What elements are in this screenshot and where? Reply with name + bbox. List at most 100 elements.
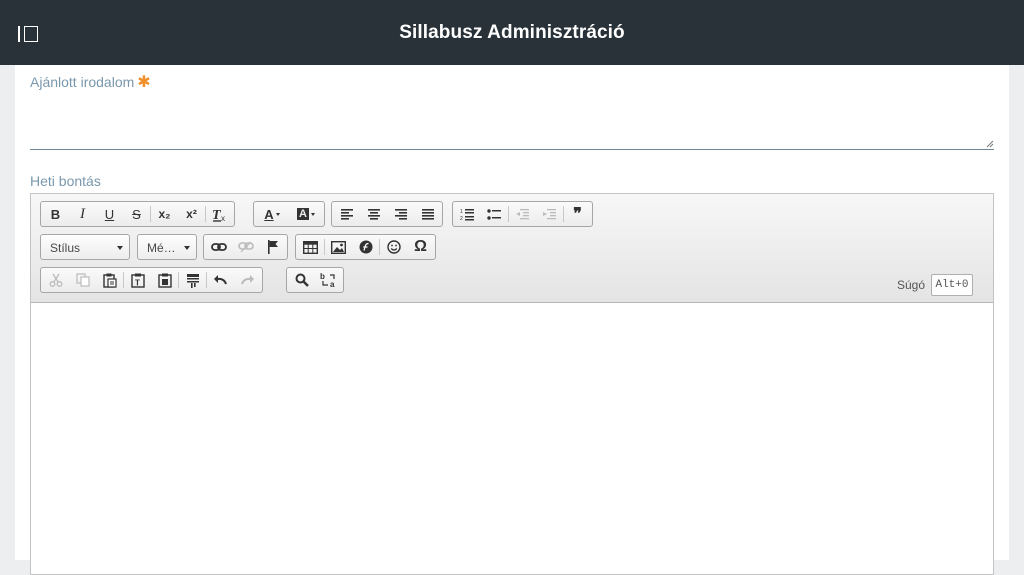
omega-icon: Ω (414, 238, 427, 255)
superscript-button[interactable]: x² (178, 202, 205, 226)
background-color-icon: A (297, 208, 309, 220)
rich-text-editor: B I U S x₂ x² T x A A 1 2 ❞ Stílus Mé… Ω… (30, 193, 994, 575)
literature-label: Ajánlott irodalom ✱ (30, 72, 151, 92)
find-button[interactable] (288, 268, 315, 292)
literature-label-text: Ajánlott irodalom (30, 74, 135, 90)
special-char-button[interactable]: Ω (407, 235, 434, 259)
resize-grip-icon[interactable] (986, 140, 994, 148)
align-left-button[interactable] (333, 202, 360, 226)
color-group: A A (253, 201, 325, 227)
undo-icon (214, 275, 227, 285)
image-icon (331, 240, 346, 254)
link-button[interactable] (205, 235, 232, 259)
align-left-icon (340, 209, 353, 220)
paste-word-icon (157, 273, 172, 288)
align-right-button[interactable] (387, 202, 414, 226)
align-center-icon (367, 209, 380, 220)
flag-icon (267, 240, 278, 254)
smiley-button[interactable] (380, 235, 407, 259)
paste-word-button[interactable] (151, 268, 178, 292)
copy-button[interactable] (69, 268, 96, 292)
align-center-button[interactable] (360, 202, 387, 226)
text-color-caret-icon (275, 212, 280, 216)
basic-styles-group: B I U S x₂ x² T x (40, 201, 235, 227)
required-asterisk-icon: ✱ (137, 74, 151, 91)
bulleted-list-button[interactable] (481, 202, 508, 226)
unlink-button[interactable] (232, 235, 259, 259)
justify-icon (421, 209, 434, 220)
size-combo-label: Mé… (147, 241, 176, 255)
paste-button[interactable] (96, 268, 123, 292)
decrease-indent-icon (516, 209, 529, 220)
remove-format-button[interactable]: T x (206, 202, 233, 226)
superscript-icon: x² (186, 207, 197, 221)
image-button[interactable] (325, 235, 352, 259)
link-icon (210, 243, 227, 251)
chevron-down-icon (117, 246, 123, 250)
paste-icon (102, 273, 117, 288)
templates-button[interactable] (179, 268, 206, 292)
background-color-button[interactable]: A (289, 202, 323, 226)
subscript-icon: x₂ (158, 207, 171, 221)
unlink-icon (237, 241, 254, 253)
strikethrough-button[interactable]: S (123, 202, 150, 226)
find-replace-icon: ba (320, 272, 335, 288)
bold-button[interactable]: B (42, 202, 69, 226)
strikethrough-icon: S (132, 206, 141, 222)
decrease-indent-button[interactable] (509, 202, 536, 226)
scissors-icon (49, 273, 62, 287)
replace-button[interactable]: ba (315, 268, 342, 292)
app-header: Sillabusz Adminisztráció (0, 0, 1024, 65)
style-combo[interactable]: Stílus (40, 234, 130, 260)
svg-text:a: a (330, 280, 335, 288)
text-color-button[interactable]: A (255, 202, 289, 226)
size-combo[interactable]: Mé… (137, 234, 197, 260)
underline-icon: U (104, 206, 115, 222)
subscript-button[interactable]: x₂ (151, 202, 178, 226)
undo-button[interactable] (207, 268, 234, 292)
redo-button[interactable] (234, 268, 261, 292)
help-label: Súgó (897, 278, 926, 292)
bold-icon: B (50, 206, 61, 222)
cut-button[interactable] (42, 268, 69, 292)
clipboard-group: T (40, 267, 263, 293)
svg-text:T: T (135, 278, 140, 287)
editor-content-area[interactable] (31, 303, 993, 574)
increase-indent-icon (543, 209, 556, 220)
table-button[interactable] (297, 235, 324, 259)
svg-text:b: b (320, 272, 325, 281)
search-icon (295, 273, 309, 287)
smiley-icon (386, 240, 401, 254)
underline-button[interactable]: U (96, 202, 123, 226)
chevron-down-icon (184, 246, 190, 250)
justify-button[interactable] (414, 202, 441, 226)
align-right-icon (394, 209, 407, 220)
text-color-icon: A (264, 206, 274, 222)
increase-indent-button[interactable] (536, 202, 563, 226)
style-combo-label: Stílus (50, 241, 81, 255)
copy-icon (75, 273, 90, 287)
blockquote-icon: ❞ (573, 206, 582, 223)
svg-text:2: 2 (460, 216, 463, 221)
literature-textarea[interactable] (30, 97, 994, 150)
blockquote-button[interactable]: ❞ (564, 202, 591, 226)
editor-toolbar: B I U S x₂ x² T x A A 1 2 ❞ Stílus Mé… Ω… (31, 194, 993, 303)
svg-text:1: 1 (460, 209, 463, 215)
flash-button[interactable] (352, 235, 379, 259)
find-group: ba (286, 267, 344, 293)
form-panel: Ajánlott irodalom ✱ Heti bontás B I U S x… (15, 65, 1009, 575)
help-shortcut-key: Alt+0 (931, 274, 973, 296)
anchor-button[interactable] (259, 235, 286, 259)
paste-text-button[interactable]: T (124, 268, 151, 292)
italic-icon: I (80, 205, 85, 222)
numbered-list-icon: 12 (460, 208, 474, 221)
list-group: 12 ❞ (452, 201, 593, 227)
redo-icon (241, 275, 254, 285)
link-group (203, 234, 288, 260)
numbered-list-button[interactable]: 12 (454, 202, 481, 226)
svg-text:x: x (221, 214, 225, 222)
italic-button[interactable]: I (69, 202, 96, 226)
app-title: Sillabusz Adminisztráció (399, 22, 625, 43)
weekly-breakdown-label: Heti bontás (30, 173, 101, 189)
paste-text-icon: T (130, 273, 145, 288)
